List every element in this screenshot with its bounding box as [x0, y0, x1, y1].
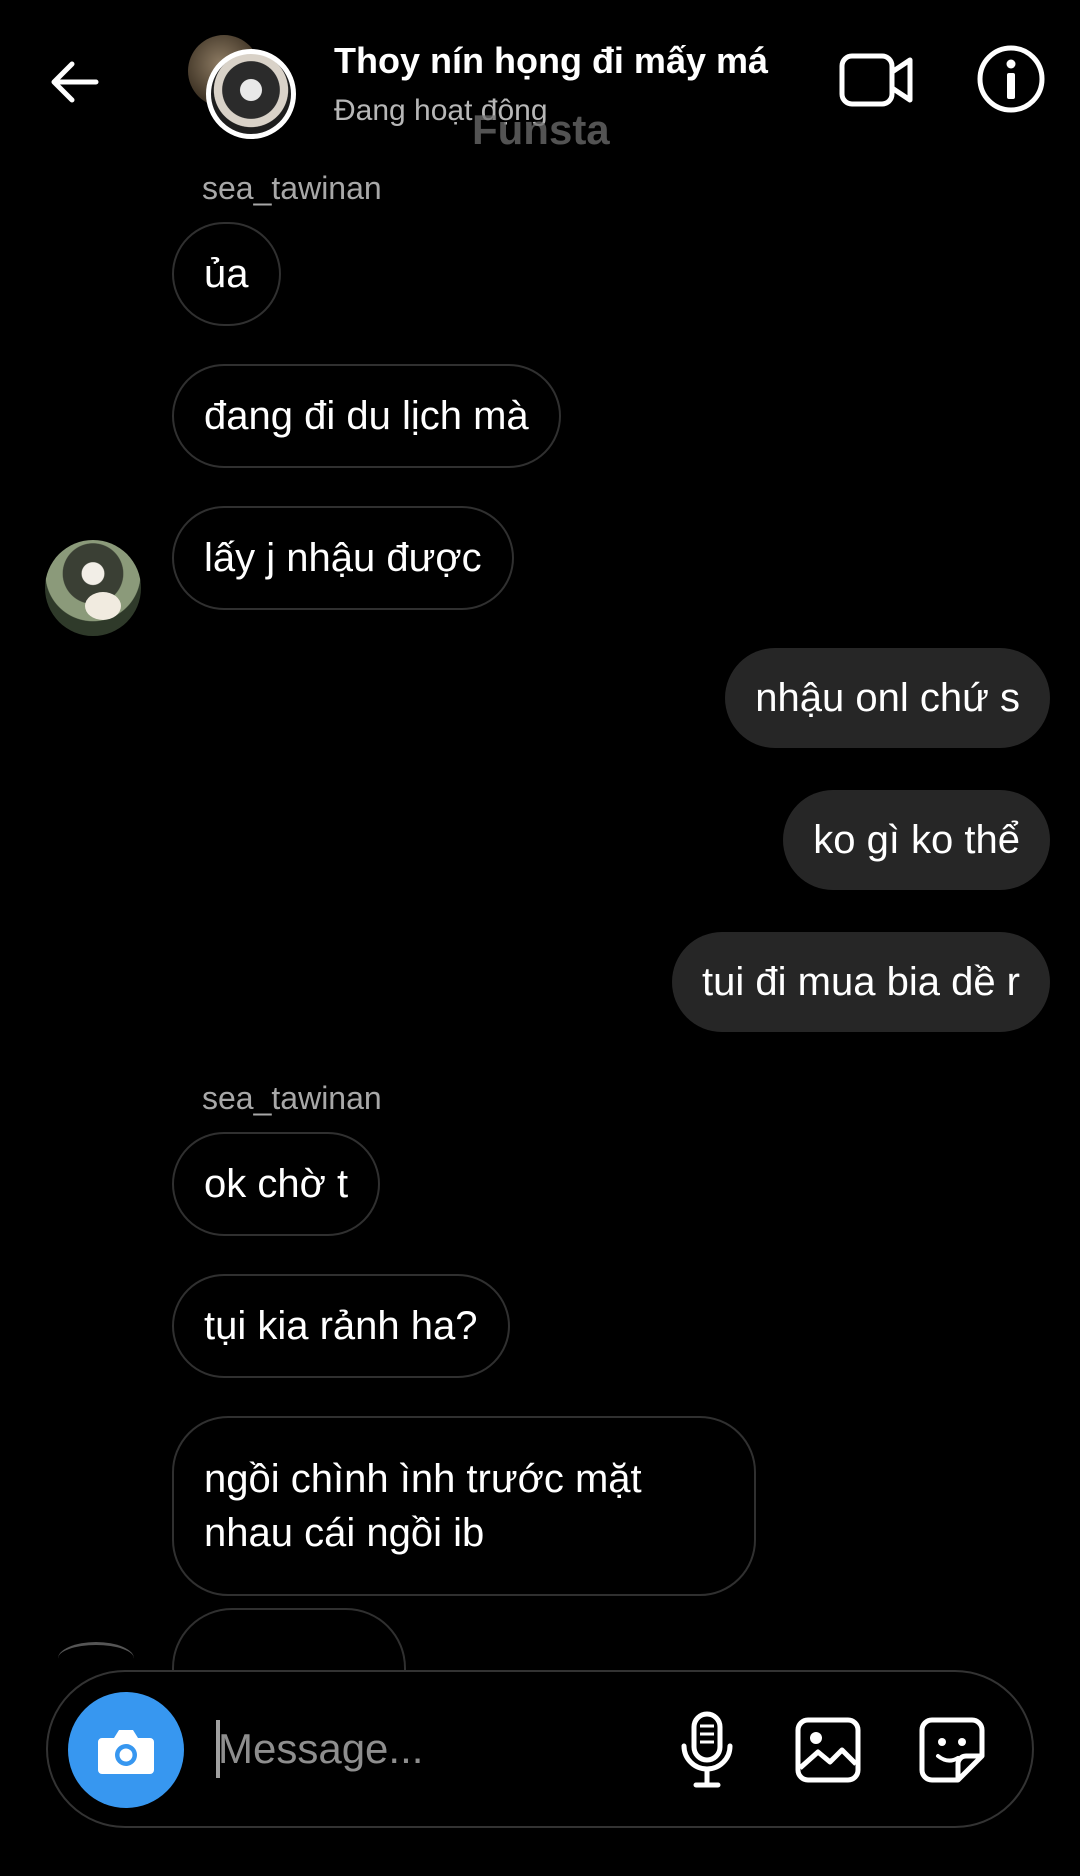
sticker-icon[interactable] [918, 1716, 986, 1784]
group-avatar[interactable] [188, 35, 298, 139]
outgoing-message[interactable]: ko gì ko thể [783, 790, 1050, 890]
back-arrow-icon[interactable] [44, 52, 104, 112]
avatar-dog [85, 592, 121, 620]
camera-icon [98, 1730, 154, 1774]
sender-avatar[interactable] [45, 540, 141, 636]
message-input[interactable] [218, 1718, 638, 1780]
incoming-message[interactable]: ủa [172, 222, 281, 326]
info-icon[interactable] [976, 44, 1046, 114]
incoming-message[interactable]: đang đi du lịch mà [172, 364, 561, 468]
camera-button[interactable] [68, 1692, 184, 1808]
partial-message-bubble [172, 1608, 406, 1670]
incoming-message[interactable]: ok chờ t [172, 1132, 381, 1236]
image-gallery-icon[interactable] [794, 1716, 862, 1784]
video-call-icon[interactable] [838, 48, 916, 112]
incoming-message[interactable]: tụi kia rảnh ha? [172, 1274, 510, 1378]
chat-title[interactable]: Thoy nín họng đi mấy má [334, 40, 768, 82]
chat-header: Thoy nín họng đi mấy má Đang hoạt động F… [0, 0, 1080, 170]
incoming-message[interactable]: ngồi chình ình trước mặt nhau cái ngồi i… [172, 1416, 756, 1596]
outgoing-message[interactable]: tui đi mua bia dề r [672, 932, 1050, 1032]
incoming-message[interactable]: lấy j nhậu được [172, 506, 514, 610]
watermark-text: Funsta [472, 106, 610, 153]
sender-name: sea_tawinan [202, 170, 382, 206]
outgoing-message[interactable]: nhậu onl chứ s [725, 648, 1050, 748]
group-avatar-front [206, 49, 296, 139]
microphone-icon[interactable] [676, 1710, 738, 1790]
sender-name: sea_tawinan [202, 1080, 382, 1116]
